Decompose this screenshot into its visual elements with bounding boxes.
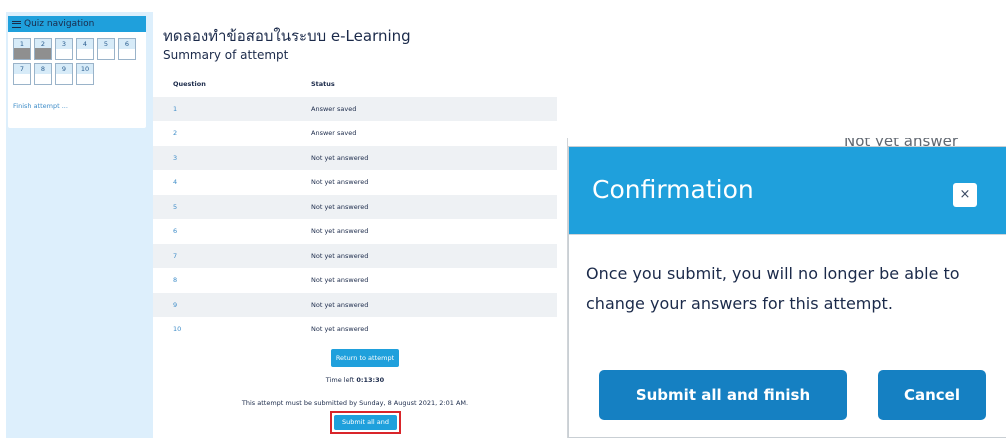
close-icon[interactable]: × bbox=[953, 183, 977, 207]
table-row: 8 Not yet answered bbox=[153, 268, 557, 293]
question-nav-button[interactable]: 5 bbox=[97, 38, 115, 60]
question-nav-button[interactable]: 8 bbox=[34, 63, 52, 85]
dialog-title: Confirmation bbox=[592, 175, 754, 204]
table-row: 7 Not yet answered bbox=[153, 243, 557, 268]
question-nav-button[interactable]: 4 bbox=[76, 38, 94, 60]
column-header-status: Status bbox=[311, 80, 335, 89]
question-nav-number: 7 bbox=[14, 64, 30, 74]
menu-icon bbox=[12, 20, 21, 28]
status-cell: Not yet answered bbox=[311, 178, 369, 187]
table-row: 4 Not yet answered bbox=[153, 170, 557, 195]
question-nav-button[interactable]: 3 bbox=[55, 38, 73, 60]
table-row: 3 Not yet answered bbox=[153, 145, 557, 170]
question-nav-number: 5 bbox=[98, 39, 114, 49]
question-nav-button[interactable]: 9 bbox=[55, 63, 73, 85]
page-title: ทดลองทำข้อสอบในระบบ e-Learning bbox=[163, 27, 411, 45]
status-cell: Not yet answered bbox=[303, 194, 557, 219]
quiz-navigation-header: Quiz navigation bbox=[8, 16, 146, 32]
question-nav-button[interactable]: 2 bbox=[34, 38, 52, 60]
dialog-header: Confirmation × bbox=[569, 147, 1006, 235]
time-left-text: Time left 0:13:30 bbox=[153, 376, 557, 384]
table-row: 1 Answer saved bbox=[153, 96, 557, 121]
question-nav-number: 6 bbox=[119, 39, 135, 49]
confirmation-dialog: Confirmation × Once you submit, you will… bbox=[568, 146, 1006, 438]
question-number-cell[interactable]: 9 bbox=[153, 292, 303, 317]
question-nav-button[interactable]: 7 bbox=[13, 63, 31, 85]
question-nav-number: 10 bbox=[77, 64, 93, 74]
return-to-attempt-button[interactable]: Return to attempt bbox=[331, 349, 399, 367]
summary-panel: ทดลองทำข้อสอบในระบบ e-Learning Summary o… bbox=[153, 12, 557, 438]
question-number-cell[interactable]: 4 bbox=[153, 170, 303, 195]
question-nav-number: 3 bbox=[56, 39, 72, 49]
page-subtitle: Summary of attempt bbox=[163, 48, 289, 62]
question-number-cell[interactable]: 8 bbox=[153, 268, 303, 293]
question-number-cell[interactable]: 1 bbox=[153, 96, 303, 121]
table-row: 6 Not yet answered bbox=[153, 219, 557, 244]
question-number-cell[interactable]: 3 bbox=[153, 145, 303, 170]
question-nav-number: 4 bbox=[77, 39, 93, 49]
status-cell: Not yet answered bbox=[311, 276, 369, 285]
table-row: 10 Not yet answered bbox=[153, 317, 557, 342]
answered-state-fill bbox=[35, 48, 51, 59]
cancel-button[interactable]: Cancel bbox=[878, 370, 986, 420]
question-number-cell[interactable]: 5 bbox=[153, 194, 303, 219]
finish-attempt-link[interactable]: Finish attempt ... bbox=[13, 102, 68, 110]
confirm-submit-button[interactable]: Submit all and finish bbox=[599, 370, 847, 420]
time-left-value: 0:13:30 bbox=[356, 376, 385, 384]
answered-state-fill bbox=[14, 48, 30, 59]
question-nav-button[interactable]: 10 bbox=[76, 63, 94, 85]
summary-table: Question Status 1 Answer saved 2 Answer sav… bbox=[153, 72, 557, 342]
status-cell: Not yet answered bbox=[303, 145, 557, 170]
dialog-message: Once you submit, you will no longer be a… bbox=[586, 264, 960, 313]
status-cell: Not yet answered bbox=[303, 243, 557, 268]
question-number-cell[interactable]: 10 bbox=[153, 317, 303, 342]
question-nav-number: 8 bbox=[35, 64, 51, 74]
question-nav-button[interactable]: 1 bbox=[13, 38, 31, 60]
status-cell: Answer saved bbox=[311, 129, 357, 138]
question-nav-number: 9 bbox=[56, 64, 72, 74]
table-row: 5 Not yet answered bbox=[153, 194, 557, 219]
question-nav-button[interactable]: 6 bbox=[118, 38, 136, 60]
quiz-summary-screenshot: Quiz navigation 1 2 3 4 5 6 7 8 9 10 Finish attem… bbox=[6, 12, 557, 438]
status-cell: Not yet answered bbox=[311, 325, 369, 334]
confirmation-screenshot: Not yet answer Confirmation × Once you s… bbox=[567, 138, 1006, 438]
status-cell: Answer saved bbox=[303, 96, 557, 121]
question-number-cell[interactable]: 7 bbox=[153, 243, 303, 268]
table-header-row: Question Status bbox=[153, 72, 557, 97]
quiz-navigation-block: Quiz navigation 1 2 3 4 5 6 7 8 9 10 Finish attem… bbox=[8, 16, 146, 128]
column-header-question: Question bbox=[173, 80, 206, 89]
deadline-text: This attempt must be submitted by Sunday… bbox=[241, 399, 469, 407]
status-cell: Not yet answered bbox=[303, 292, 557, 317]
time-left-label: Time left bbox=[325, 376, 357, 384]
submit-all-and-finish-button[interactable]: Submit all and finish bbox=[334, 415, 397, 438]
table-row: 9 Not yet answered bbox=[153, 292, 557, 317]
question-button-grid: 1 2 3 4 5 6 7 8 9 10 bbox=[13, 38, 143, 85]
quiz-navigation-title: Quiz navigation bbox=[24, 19, 95, 29]
table-row: 2 Answer saved bbox=[153, 121, 557, 146]
question-number-cell[interactable]: 2 bbox=[153, 121, 303, 146]
status-cell: Not yet answered bbox=[311, 227, 369, 236]
question-number-cell[interactable]: 6 bbox=[153, 219, 303, 244]
